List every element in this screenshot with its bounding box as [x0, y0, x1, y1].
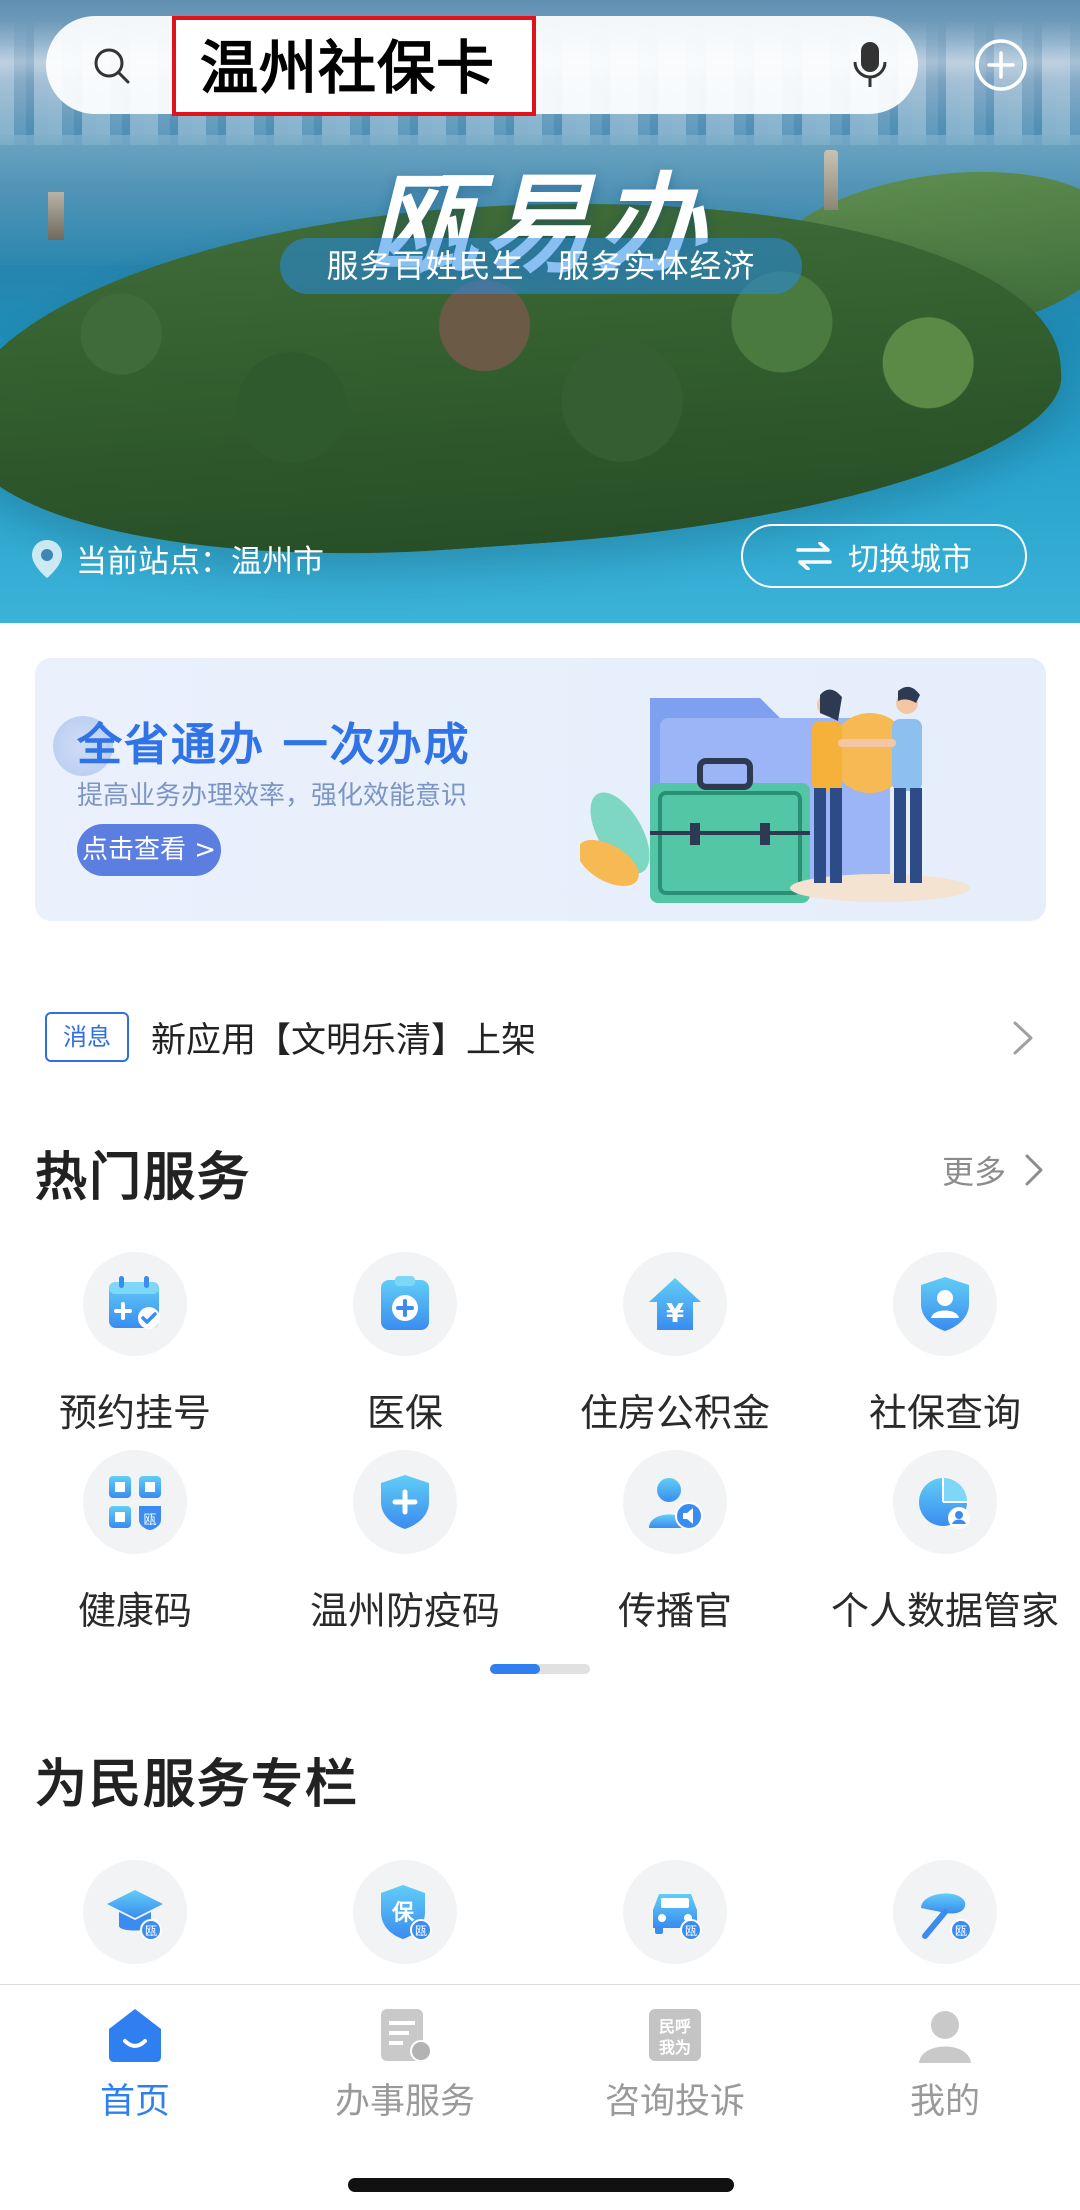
user-icon	[919, 2011, 971, 2063]
service-icon-wrap	[353, 1252, 457, 1356]
tab-services[interactable]: 办事服务	[270, 2005, 540, 2124]
svg-text:瓯: 瓯	[415, 1924, 427, 1938]
bottom-tab-bar: 首页 办事服务 民呼 我为 咨询投诉 我的	[0, 1984, 1080, 2210]
pie-chart-user-icon	[919, 1478, 970, 1529]
tab-label: 办事服务	[334, 2082, 475, 2122]
consult-complaint-icon: 民呼 我为	[649, 2009, 701, 2061]
fishing-net-icon: 瓯	[921, 1893, 972, 1941]
health-code-icon: 瓯	[109, 1476, 161, 1530]
location-pin-icon	[32, 539, 62, 578]
service-icon-wrap: 保 瓯	[353, 1860, 457, 1964]
document-list-icon	[381, 2009, 432, 2062]
service-medical-insurance[interactable]: 医保	[270, 1252, 540, 1437]
svg-text:瓯: 瓯	[685, 1924, 697, 1938]
tab-mine[interactable]: 我的	[810, 2005, 1080, 2124]
switch-city-button[interactable]: 切换城市	[741, 524, 1027, 588]
tab-consult[interactable]: 民呼 我为 咨询投诉	[540, 2005, 810, 2124]
social-security-icon	[921, 1277, 969, 1331]
service-label: 传播官	[617, 1589, 732, 1633]
column-item-education[interactable]: 瓯	[0, 1860, 270, 1964]
svg-text:瓯: 瓯	[955, 1924, 967, 1938]
service-health-code[interactable]: 瓯 健康码	[0, 1450, 270, 1635]
service-label: 住房公积金	[579, 1391, 770, 1435]
tab-home[interactable]: 首页	[0, 2005, 270, 2124]
service-icon-wrap	[83, 1252, 187, 1356]
service-housing-fund[interactable]: ¥ 住房公积金	[540, 1252, 810, 1437]
svg-text:民呼: 民呼	[659, 2017, 691, 2036]
service-label: 温州防疫码	[309, 1589, 500, 1633]
service-personal-data[interactable]: 个人数据管家	[810, 1450, 1080, 1635]
message-text: 新应用【文明乐清】上架	[151, 1020, 537, 1061]
service-icon-wrap: 瓯	[83, 1860, 187, 1964]
search-query-highlight[interactable]: 温州社保卡	[172, 16, 536, 116]
promo-banner[interactable]: 全省通办 一次办成 提高业务办理效率，强化效能意识 点击查看 >	[35, 658, 1046, 921]
add-circle-icon[interactable]	[974, 38, 1028, 92]
svg-text:瓯: 瓯	[143, 1513, 156, 1528]
search-query: 温州社保卡	[200, 34, 496, 102]
calendar-add-icon	[109, 1276, 160, 1329]
graduation-cap-icon: 瓯	[107, 1890, 163, 1941]
home-indicator	[348, 2178, 734, 2192]
chevron-right-icon	[1013, 1021, 1033, 1055]
service-icon-wrap	[353, 1450, 457, 1554]
service-label: 预约挂号	[58, 1391, 211, 1435]
service-label: 社保查询	[868, 1391, 1021, 1435]
service-label: 个人数据管家	[830, 1589, 1059, 1633]
column-item-insurance[interactable]: 保 瓯	[270, 1860, 540, 1964]
banner-view-button[interactable]: 点击查看 >	[77, 824, 221, 876]
column-item-fishery[interactable]: 瓯	[810, 1860, 1080, 1964]
message-ticker[interactable]: 消息 新应用【文明乐清】上架	[45, 1006, 1035, 1068]
tab-label: 首页	[99, 2082, 170, 2122]
microphone-icon[interactable]	[852, 40, 888, 90]
home-icon	[109, 2009, 161, 2062]
column-item-vehicle[interactable]: 瓯	[540, 1860, 810, 1964]
broadcaster-icon	[649, 1478, 703, 1530]
current-location: 当前站点：温州市	[30, 536, 324, 581]
medical-insurance-icon	[381, 1276, 429, 1330]
service-icon-wrap	[893, 1252, 997, 1356]
tab-label: 我的	[909, 2082, 980, 2122]
insurance-shield-icon: 保 瓯	[381, 1885, 432, 1941]
page-indicator	[490, 1664, 590, 1674]
car-icon: 瓯	[653, 1894, 702, 1941]
swap-arrows-icon	[796, 542, 832, 570]
service-social-security[interactable]: 社保查询	[810, 1252, 1080, 1437]
briefcase-handshake-illustration	[580, 686, 970, 903]
service-label: 医保	[366, 1391, 443, 1435]
more-label: 更多	[941, 1153, 1006, 1191]
epidemic-shield-icon	[381, 1475, 429, 1529]
hero-slogan: 服务百姓民生 服务实体经济	[280, 238, 802, 294]
banner-subtitle: 提高业务办理效率，强化效能意识	[77, 781, 468, 811]
service-appointment[interactable]: 预约挂号	[0, 1252, 270, 1437]
service-icon-wrap	[893, 1450, 997, 1554]
hot-services-title: 热门服务	[35, 1148, 252, 1208]
service-icon-wrap: 瓯	[623, 1860, 727, 1964]
chevron-right-icon	[1025, 1154, 1043, 1186]
hero-banner: 防 温州社保卡 瓯易办 服务百姓民生 服务实体经济 当前站点：温州市 切换城市	[0, 0, 1080, 623]
location-text: 当前站点：温州市	[76, 544, 324, 580]
service-epidemic-code[interactable]: 温州防疫码	[270, 1450, 540, 1635]
column-title: 为民服务专栏	[35, 1755, 360, 1815]
service-broadcaster[interactable]: 传播官	[540, 1450, 810, 1635]
search-icon	[94, 48, 130, 84]
service-icon-wrap: 瓯	[893, 1860, 997, 1964]
switch-city-label: 切换城市	[848, 541, 972, 578]
svg-text:¥: ¥	[666, 1299, 684, 1329]
service-icon-wrap: 瓯	[83, 1450, 187, 1554]
service-icon-wrap	[623, 1450, 727, 1554]
housing-fund-icon: ¥	[649, 1278, 701, 1330]
svg-text:我为: 我为	[659, 2038, 691, 2057]
page-indicator-active	[490, 1664, 540, 1674]
banner-title: 全省通办 一次办成	[77, 718, 471, 771]
service-icon-wrap: ¥	[623, 1252, 727, 1356]
service-label: 健康码	[77, 1589, 192, 1633]
tab-label: 咨询投诉	[604, 2082, 745, 2122]
more-services-link[interactable]: 更多	[942, 1147, 1044, 1193]
message-badge: 消息	[45, 1012, 129, 1062]
svg-text:瓯: 瓯	[145, 1924, 157, 1938]
svg-text:保: 保	[391, 1901, 415, 1926]
